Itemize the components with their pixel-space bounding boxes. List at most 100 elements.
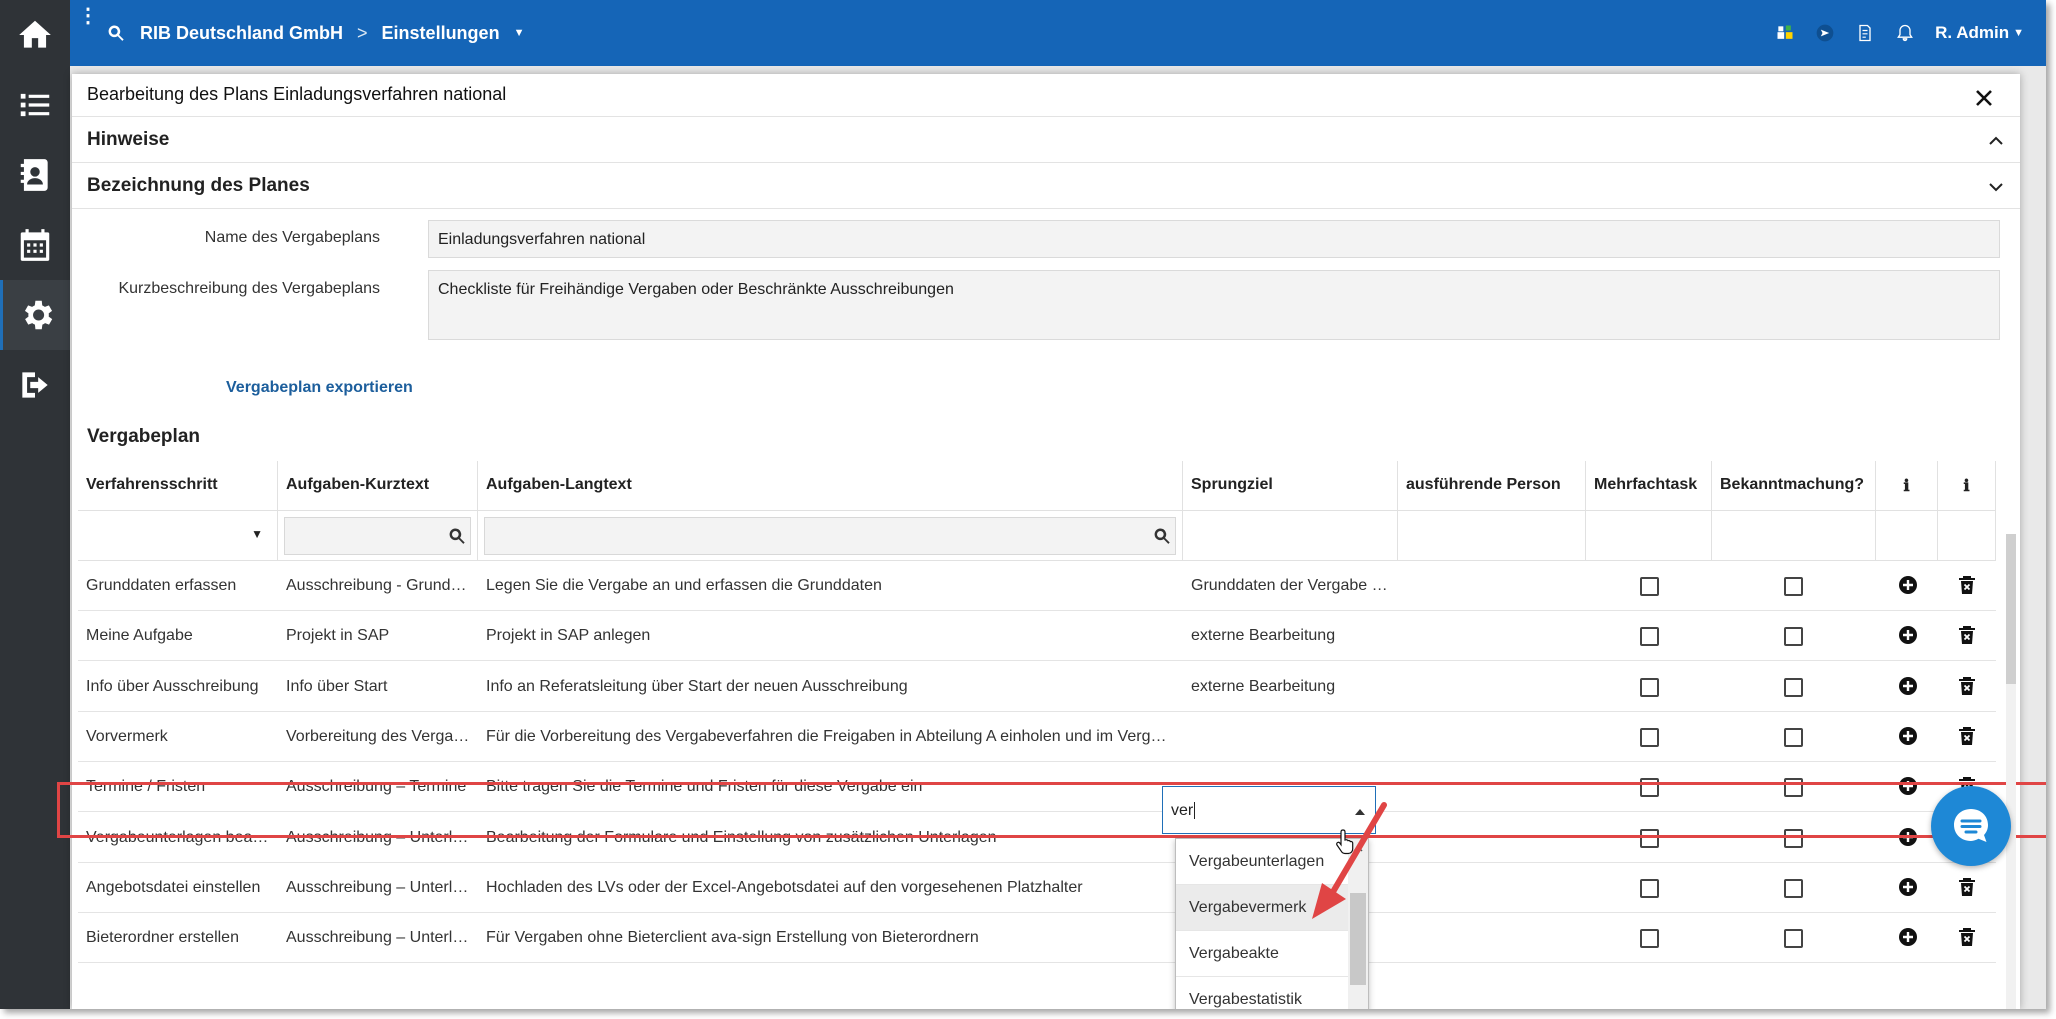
add-circle-icon[interactable]	[1896, 875, 1920, 899]
sidebar-item-settings[interactable]	[0, 280, 70, 350]
delete-icon[interactable]	[1955, 573, 1979, 597]
dropdown-option[interactable]: Vergabeunterlagen	[1176, 839, 1348, 885]
col-header-short[interactable]: Aufgaben-Kurztext	[278, 461, 478, 511]
col-header-multi[interactable]: Mehrfachtask	[1586, 461, 1712, 511]
add-circle-icon[interactable]	[1896, 825, 1920, 849]
filter-person	[1398, 511, 1586, 561]
dropdown-scroll-thumb[interactable]	[1350, 893, 1366, 985]
multitask-checkbox[interactable]	[1640, 627, 1659, 647]
sidebar-item-contacts[interactable]	[0, 140, 70, 210]
chevron-down-icon[interactable]	[1986, 177, 2006, 197]
multitask-checkbox[interactable]	[1640, 878, 1659, 898]
multitask-checkbox[interactable]	[1640, 929, 1659, 949]
caret-down-icon[interactable]: ▼	[251, 527, 263, 541]
delete-icon[interactable]	[1955, 674, 1979, 698]
home-icon	[19, 20, 51, 48]
col-header-notice[interactable]: Bekanntmachung?	[1712, 461, 1876, 511]
multitask-checkbox[interactable]	[1640, 727, 1659, 747]
user-menu[interactable]: R. Admin	[1935, 23, 2009, 43]
col-header-person[interactable]: ausführende Person	[1398, 461, 1586, 511]
cell-target[interactable]: externe Bearbeitung	[1183, 611, 1398, 661]
multitask-checkbox[interactable]	[1640, 577, 1659, 596]
table-row[interactable]: Vergabeunterlagen bearbeiten Ausschreibun…	[78, 813, 1996, 863]
table-row[interactable]: Meine Aufgabe Projekt in SAP Projekt in SA…	[78, 611, 1996, 662]
table-row[interactable]: Vorvermerk Vorbereitung des Vergabeverfah…	[78, 712, 1996, 762]
delete-icon[interactable]	[1955, 724, 1979, 748]
multitask-checkbox[interactable]	[1640, 677, 1659, 697]
dropdown-scrollbar[interactable]	[1348, 839, 1368, 1009]
add-circle-icon[interactable]	[1896, 623, 1920, 647]
add-circle-icon[interactable]	[1896, 774, 1920, 798]
cell-target[interactable]: Grunddaten der Vergabe erfassen	[1183, 561, 1398, 611]
col-header-long[interactable]: Aufgaben-Langtext	[478, 461, 1183, 511]
bell-icon[interactable]	[1895, 23, 1915, 43]
close-button[interactable]	[1970, 84, 1998, 112]
chevron-down-icon[interactable]: ▼	[514, 27, 525, 39]
chat-button[interactable]	[1931, 786, 2011, 866]
add-circle-icon[interactable]	[1896, 573, 1920, 597]
cell-target[interactable]: externe Bearbeitung	[1183, 662, 1398, 712]
delete-icon[interactable]	[1955, 623, 1979, 647]
add-circle-icon[interactable]	[1896, 925, 1920, 949]
search-icon[interactable]	[1152, 526, 1172, 546]
search-icon[interactable]	[447, 526, 467, 546]
cell-target[interactable]	[1183, 712, 1398, 762]
add-circle-icon[interactable]	[1896, 674, 1920, 698]
target-combobox[interactable]: ver	[1162, 786, 1376, 834]
announcement-checkbox[interactable]	[1784, 929, 1803, 949]
announcement-checkbox[interactable]	[1784, 727, 1803, 747]
export-plan-link[interactable]: Vergabeplan exportieren	[226, 379, 413, 397]
logout-icon	[22, 372, 48, 398]
announcement-checkbox[interactable]	[1784, 828, 1803, 848]
sidebar-item-list[interactable]	[0, 70, 70, 140]
sidebar-item-home[interactable]	[0, 0, 70, 70]
multitask-checkbox[interactable]	[1640, 828, 1659, 848]
filter-long[interactable]	[478, 511, 1183, 561]
table-row[interactable]: Termine / Fristen Ausschreibung – Termine…	[78, 762, 1996, 813]
section-hints[interactable]: Hinweise	[72, 116, 2020, 162]
hand-cursor-icon	[1336, 829, 1354, 855]
announcement-checkbox[interactable]	[1784, 577, 1803, 596]
multitask-checkbox[interactable]	[1640, 778, 1659, 798]
sidebar-item-logout[interactable]	[0, 350, 70, 420]
plan-name-field[interactable]: Einladungsverfahren national	[428, 220, 2000, 258]
sidebar-item-calendar[interactable]	[0, 210, 70, 280]
col-header-target[interactable]: Sprungziel	[1183, 461, 1398, 511]
breadcrumb-section[interactable]: Einstellungen	[382, 23, 500, 44]
user-chevron-down-icon[interactable]: ▼	[2013, 27, 2024, 39]
dropdown-option[interactable]: Vergabestatistik	[1176, 977, 1348, 1009]
section-plan-name[interactable]: Bezeichnung des Planes	[72, 162, 2020, 208]
caret-up-icon[interactable]	[1355, 809, 1365, 815]
announcement-checkbox[interactable]	[1784, 677, 1803, 697]
dropdown-option[interactable]: Vergabevermerk	[1176, 885, 1348, 931]
table-row[interactable]: Angebotsdatei einstellen Ausschreibung – …	[78, 863, 1996, 913]
table-row[interactable]: Info über Ausschreibung Info über Start In…	[78, 662, 1996, 712]
plan-desc-field[interactable]: Checkliste für Freihändige Vergaben oder…	[428, 270, 2000, 340]
announcement-checkbox[interactable]	[1784, 878, 1803, 898]
filter-info2	[1938, 511, 1996, 561]
info-icon[interactable]: ℹ	[1876, 461, 1938, 511]
clipboard-icon[interactable]	[1855, 23, 1875, 43]
search-icon[interactable]	[106, 23, 126, 43]
table-row[interactable]: Bieterordner erstellen Ausschreibung – Un…	[78, 913, 1996, 964]
send-icon[interactable]	[1815, 23, 1835, 43]
table-row[interactable]: Grunddaten erfassen Ausschreibung - Grund…	[78, 561, 1996, 611]
cell-step: Bieterordner erstellen	[86, 929, 239, 947]
chevron-up-icon[interactable]	[1986, 131, 2006, 151]
add-circle-icon[interactable]	[1896, 724, 1920, 748]
filter-step[interactable]: ▼	[78, 511, 278, 561]
table-scroll-thumb[interactable]	[2006, 534, 2016, 684]
breadcrumb-company[interactable]: RIB Deutschland GmbH	[140, 23, 343, 44]
col-header-step[interactable]: Verfahrensschritt	[78, 461, 278, 511]
announcement-checkbox[interactable]	[1784, 778, 1803, 798]
announcement-checkbox[interactable]	[1784, 627, 1803, 647]
info-icon[interactable]: ℹ	[1938, 461, 1996, 511]
dropdown-option[interactable]: Vergabeakte	[1176, 931, 1348, 977]
filter-short[interactable]	[278, 511, 478, 561]
app-menu-icon[interactable]: ⋮	[78, 6, 98, 26]
delete-icon[interactable]	[1955, 925, 1979, 949]
widgets-icon[interactable]	[1775, 23, 1795, 43]
delete-icon[interactable]	[1955, 875, 1979, 899]
cell-step: Grunddaten erfassen	[86, 577, 237, 594]
chat-icon	[1954, 809, 1988, 842]
